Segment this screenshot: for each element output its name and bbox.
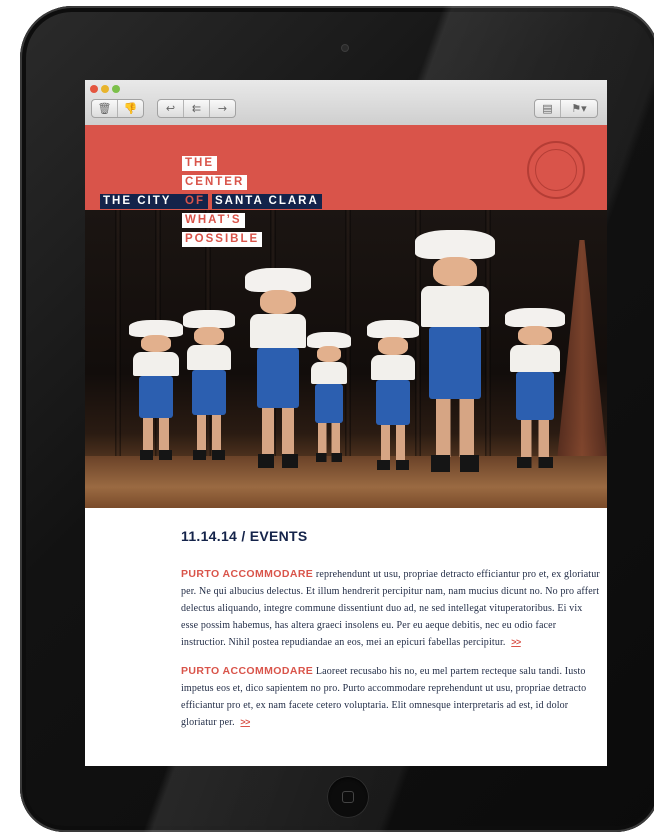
trash-icon[interactable]: 🗑 [92,100,118,117]
dancer-figure [245,268,311,468]
dancer-figure [183,310,235,460]
reply-group: ↩ ⇇ → [157,99,236,118]
paragraph-text: reprehendunt ut usu, propriae detracto e… [181,569,600,648]
reply-all-icon[interactable]: ⇇ [184,100,210,117]
dancer-figure [415,230,495,472]
dancer-figure [505,308,565,468]
dancer-figure [129,320,183,460]
mail-toolbar: 🗑 👎 ↩ ⇇ → ▤ ⚑▾ [85,80,607,126]
hero-photo [85,210,607,508]
article-heading: 11.14.14 / EVENTS [181,528,308,544]
minimize-window-button[interactable] [101,85,109,93]
tagline-possible: POSSIBLE [182,232,263,247]
forward-icon[interactable]: → [210,100,235,117]
article-body: 11.14.14 / EVENTS PURTO ACCOMMODARE repr… [181,528,601,743]
city-seal-logo [527,141,585,199]
home-button[interactable] [327,776,369,818]
delete-junk-group: 🗑 👎 [91,99,144,118]
junk-icon[interactable]: 👎 [118,100,143,117]
tagline-center: CENTER [182,175,248,190]
dancer-figure [307,332,351,462]
paragraph-lead: PURTO ACCOMMODARE [181,568,314,580]
article-paragraph: PURTO ACCOMMODARE reprehendunt ut usu, p… [181,566,601,651]
print-flag-group: ▤ ⚑▾ [534,99,598,118]
close-window-button[interactable] [90,85,98,93]
read-more-link[interactable]: >> [511,637,521,647]
flag-icon[interactable]: ⚑▾ [561,100,597,117]
print-icon[interactable]: ▤ [535,100,561,117]
dancer-figure [367,320,419,470]
tagline-of: OF [182,194,208,209]
tagline-the: THE [182,156,217,171]
zoom-window-button[interactable] [112,85,120,93]
home-square-icon [342,791,354,803]
tagline-whats: WHAT’S [182,213,245,228]
curtain-fold [115,210,121,480]
article-paragraph: PURTO ACCOMMODARE Laoreet recusabo his n… [181,663,601,731]
tablet-device: 🗑 👎 ↩ ⇇ → ▤ ⚑▾ THE CENTER THE CITY OF SA… [20,6,654,832]
read-more-link[interactable]: >> [240,717,250,727]
camera-dot [342,45,348,51]
paragraph-lead: PURTO ACCOMMODARE [181,665,314,677]
mail-window: 🗑 👎 ↩ ⇇ → ▤ ⚑▾ THE CENTER THE CITY OF SA… [85,80,607,766]
tagline-santa-clara: SANTA CLARA [212,194,322,209]
seal-inner-ring [535,149,577,191]
tagline-the-city: THE CITY [100,194,182,209]
reply-icon[interactable]: ↩ [158,100,184,117]
